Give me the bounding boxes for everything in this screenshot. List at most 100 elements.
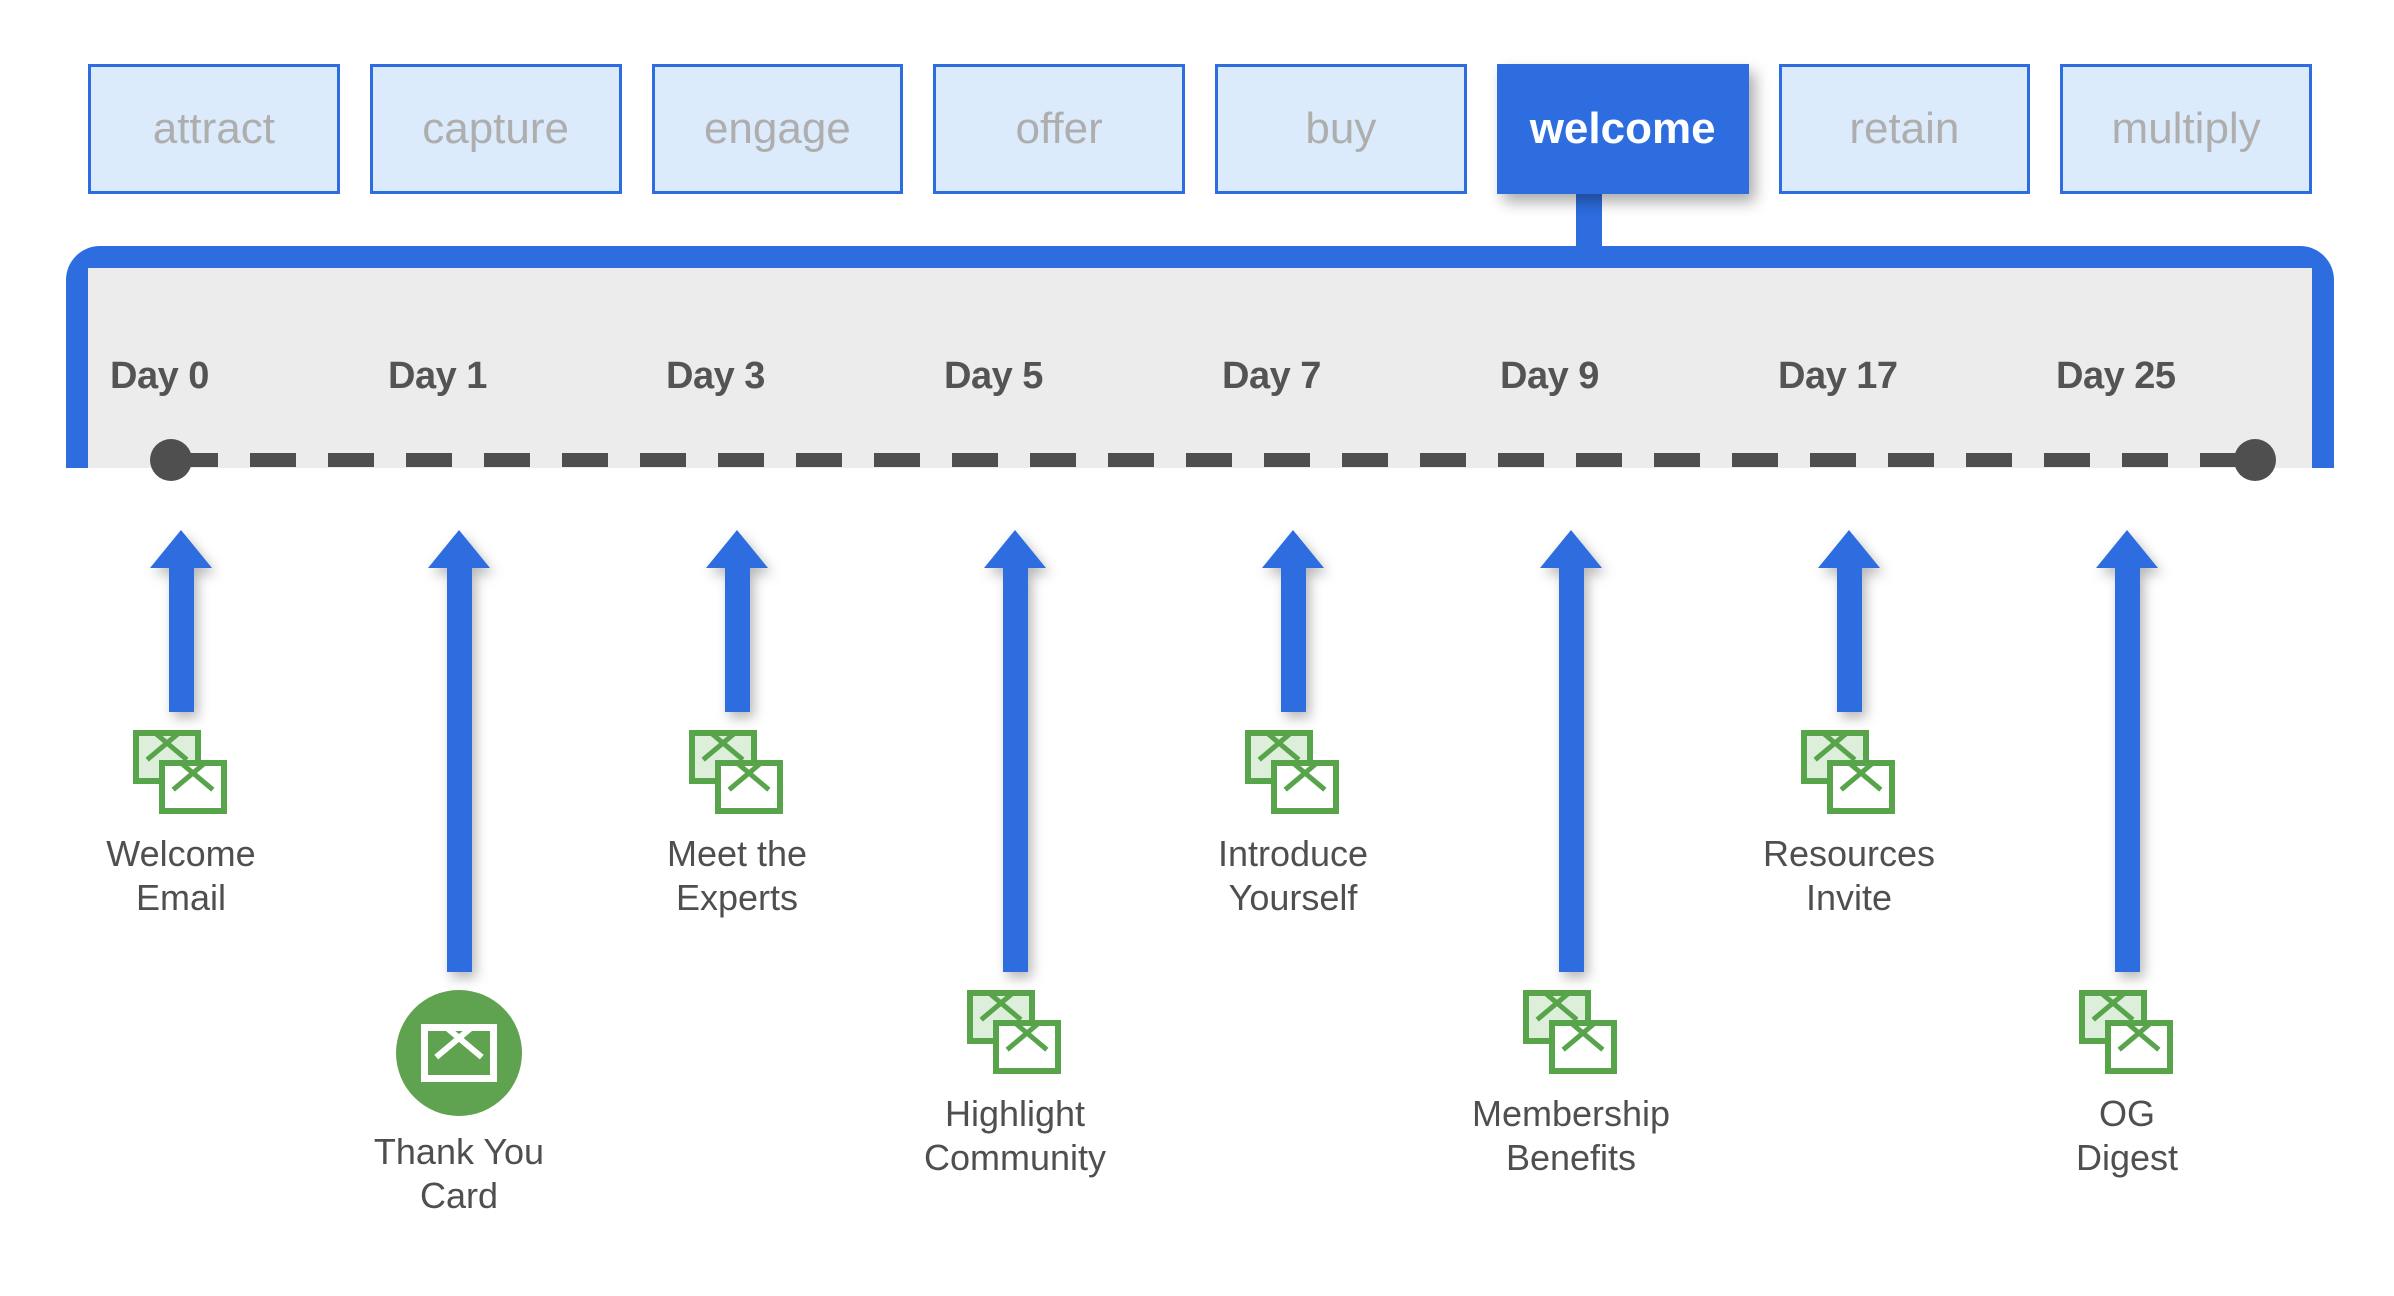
day-label: Day 25: [2056, 354, 2176, 397]
double-envelope-icon: [1523, 990, 1619, 1078]
touchpoint-label: Highlight Community: [923, 1093, 1107, 1178]
touchpoint-column: Introduce Yourself: [1200, 530, 1478, 1270]
double-envelope-icon: [689, 730, 785, 818]
stage-tab-buy[interactable]: buy: [1215, 64, 1467, 194]
arrow-head: [1540, 530, 1602, 568]
day-cell: Day 5: [922, 346, 1200, 406]
envelope-shape: [715, 760, 783, 814]
stage-tab-label: buy: [1305, 104, 1377, 153]
up-arrow-icon: [1262, 530, 1324, 712]
envelope-flap-left: [732, 766, 771, 792]
envelope-flap-right: [727, 766, 766, 792]
envelope-flap-left: [1010, 1026, 1049, 1052]
stage-tab-attract[interactable]: attract: [88, 64, 340, 194]
day-cell: Day 17: [1756, 346, 2034, 406]
touchpoint-item[interactable]: OG Digest: [2012, 990, 2242, 1180]
envelope-flap-left: [1540, 996, 1579, 1022]
envelope-shape: [1827, 760, 1895, 814]
touchpoint-item[interactable]: Highlight Community: [900, 990, 1130, 1180]
day-cell: Day 0: [88, 346, 366, 406]
circle-envelope-icon: [396, 990, 522, 1116]
touchpoint-column: Highlight Community: [922, 530, 1200, 1270]
stage-tab-multiply[interactable]: multiply: [2060, 64, 2312, 194]
envelope-flap-right: [1005, 1026, 1044, 1052]
envelope-flap-left: [176, 766, 215, 792]
touchpoint-column: Membership Benefits: [1472, 530, 1756, 1270]
touchpoint-item[interactable]: Meet the Experts: [622, 730, 852, 920]
stage-tab-retain[interactable]: retain: [1778, 64, 2031, 194]
up-arrow-icon: [2096, 530, 2158, 972]
day-cell: Day 3: [644, 346, 922, 406]
envelope-shape: [159, 760, 227, 814]
touchpoint-item[interactable]: Welcome Email: [66, 730, 296, 920]
stage-tab-engage[interactable]: engage: [651, 64, 904, 194]
up-arrow-icon: [150, 530, 212, 712]
envelope-flap-left: [1844, 766, 1883, 792]
stage-tab-label: multiply: [2111, 104, 2261, 153]
arrow-head: [2096, 530, 2158, 568]
envelope-flap-right: [979, 996, 1018, 1022]
day-cell: Day 7: [1200, 346, 1478, 406]
envelope-shape: [1549, 1020, 1617, 1074]
touchpoint-label: Meet the Experts: [666, 833, 808, 918]
arrow-head: [1818, 530, 1880, 568]
envelope-flap-left: [2096, 996, 2135, 1022]
touchpoint-label: Welcome Email: [106, 833, 256, 918]
day-labels-row: Day 0 Day 1 Day 3 Day 5 Day 7 Day 9 Day 17 Day …: [88, 346, 2312, 406]
envelope-flap-left: [1262, 736, 1301, 762]
touchpoint-column: Meet the Experts: [644, 530, 922, 1270]
stage-tab-offer[interactable]: offer: [933, 64, 1185, 194]
touchpoint-column: Welcome Email: [88, 530, 366, 1270]
day-label: Day 0: [110, 354, 209, 397]
day-label: Day 7: [1222, 354, 1321, 397]
touchpoint-item[interactable]: Thank You Card: [344, 990, 574, 1218]
timeline-axis: [150, 439, 2276, 481]
envelope-flap-right: [1813, 736, 1852, 762]
day-cell: Day 9: [1478, 346, 1756, 406]
touchpoint-label: Membership Benefits: [1471, 1093, 1671, 1178]
arrow-head: [1262, 530, 1324, 568]
stage-tab-label: engage: [703, 104, 851, 153]
day-label: Day 9: [1500, 354, 1599, 397]
double-envelope-icon: [2079, 990, 2175, 1078]
envelope-flap-left: [440, 1031, 484, 1060]
stage-tabs-row: attract capture engage offer buy welcome retai…: [88, 64, 2312, 194]
envelope-shape: [421, 1024, 497, 1082]
envelope-flap-left: [1566, 1026, 1605, 1052]
envelope-flap-right: [145, 736, 184, 762]
up-arrow-icon: [428, 530, 490, 972]
day-label: Day 1: [388, 354, 487, 397]
timeline-dashed-line: [172, 453, 2254, 467]
arrow-shaft: [446, 568, 472, 972]
envelope-flap-left: [706, 736, 745, 762]
envelope-flap-right: [2091, 996, 2130, 1022]
up-arrow-icon: [706, 530, 768, 712]
arrow-head: [706, 530, 768, 568]
touchpoint-label: Resources Invite: [1762, 833, 1936, 918]
stage-tab-label: attract: [152, 104, 276, 153]
arrow-head: [984, 530, 1046, 568]
touchpoint-item[interactable]: Introduce Yourself: [1178, 730, 1408, 920]
touchpoint-item[interactable]: Membership Benefits: [1456, 990, 1686, 1180]
day-cell: Day 25: [2034, 346, 2312, 406]
envelope-flap-left: [1818, 736, 1857, 762]
day-label: Day 3: [666, 354, 765, 397]
stage-tab-welcome[interactable]: welcome: [1496, 64, 1749, 194]
arrow-shaft: [168, 568, 194, 712]
up-arrow-icon: [1818, 530, 1880, 712]
envelope-flap-right: [1839, 766, 1878, 792]
envelope-flap-right: [1283, 766, 1322, 792]
touchpoint-item[interactable]: Resources Invite: [1734, 730, 1964, 920]
arrow-shaft: [2114, 568, 2140, 972]
stage-tab-capture[interactable]: capture: [369, 64, 622, 194]
envelope-shape: [2105, 1020, 2173, 1074]
envelope-flap-right: [434, 1031, 478, 1060]
up-arrow-icon: [984, 530, 1046, 972]
envelope-flap-left: [150, 736, 189, 762]
timeline-start-dot: [150, 439, 192, 481]
envelope-flap-left: [1288, 766, 1327, 792]
envelope-flap-right: [171, 766, 210, 792]
envelope-flap-right: [1535, 996, 1574, 1022]
envelope-flap-right: [701, 736, 740, 762]
stage-tab-label: retain: [1849, 104, 1960, 153]
